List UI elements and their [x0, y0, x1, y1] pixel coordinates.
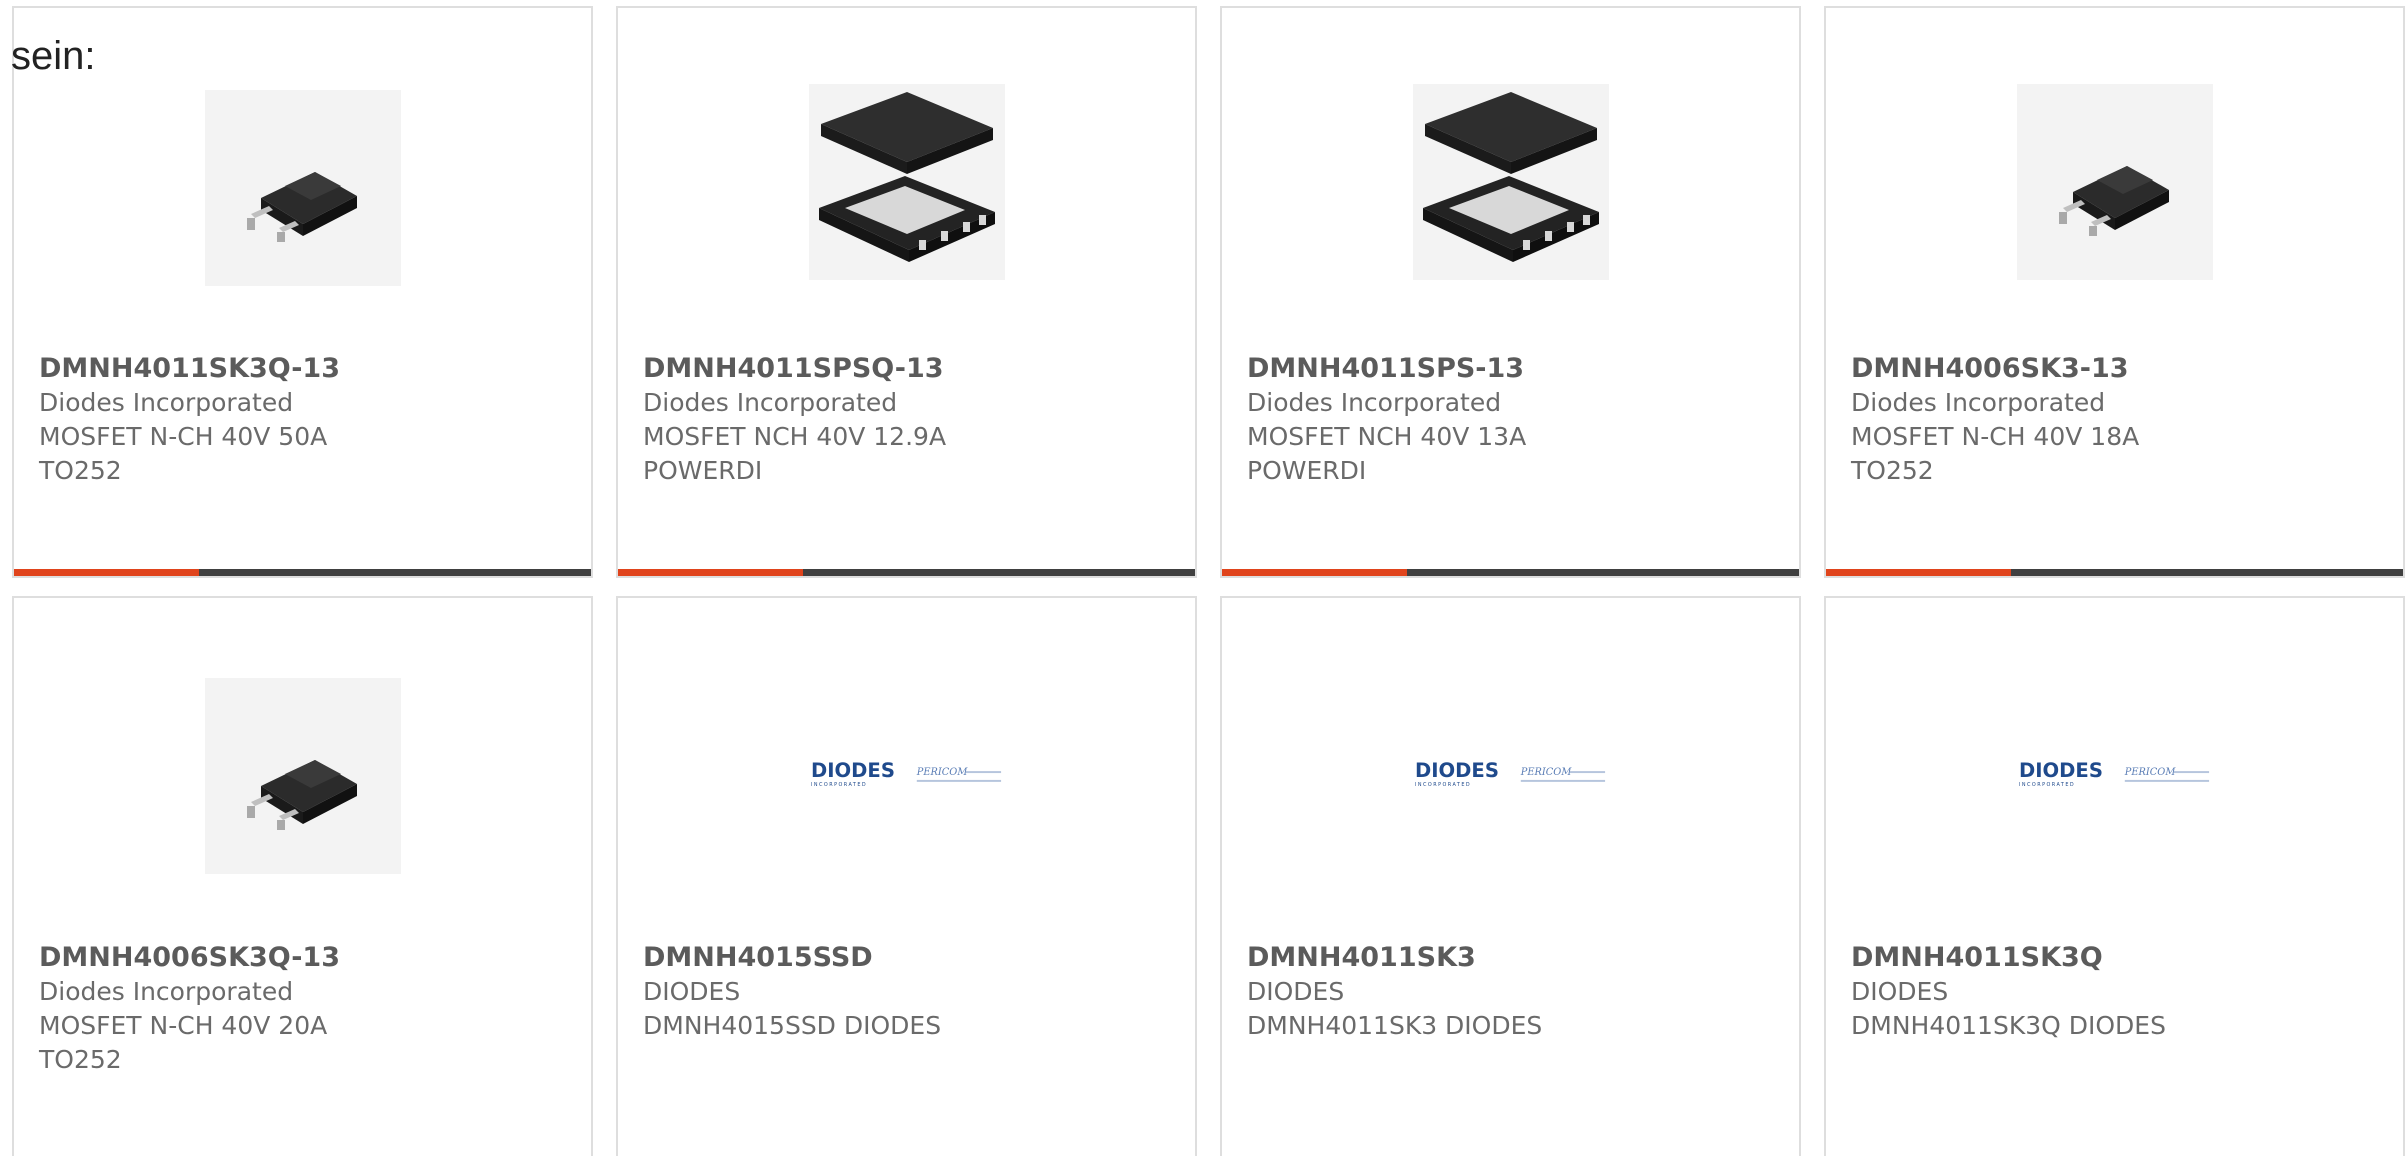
description: MOSFET N-CH 40V 20A TO252 [39, 1011, 328, 1074]
diodes-pericom-logo: DIODES INCORPORATED PERICOM [2016, 678, 2213, 874]
dpak-transistor-icon [204, 90, 401, 286]
part-number: DMNH4011SK3 [1247, 942, 1476, 973]
manufacturer: DIODES [1851, 977, 1949, 1006]
logo-partner: PERICOM [915, 767, 968, 778]
description: MOSFET NCH 40V 13A POWERDI [1247, 422, 1527, 485]
part-number: DMNH4011SK3Q [1851, 942, 2103, 973]
part-number: DMNH4015SSD [643, 942, 873, 973]
diodes-pericom-logo: DIODES INCORPORATED PERICOM [808, 678, 1005, 874]
description: DMNH4011SK3 DIODES [1247, 1011, 1543, 1040]
logo-partner: PERICOM [1519, 767, 1572, 778]
logo-partner: PERICOM [2123, 767, 2176, 778]
powerdi-package-icon [1412, 84, 1609, 280]
card-accent [618, 569, 803, 576]
part-number: DMNH4006SK3Q-13 [39, 942, 341, 973]
logo-brand: DIODES [810, 759, 894, 782]
card-accent [1826, 569, 2011, 576]
product-card[interactable]: DMNH4006SK3-13 Diodes Incorporated MOSFE… [1824, 6, 2405, 578]
description: MOSFET N-CH 40V 50A TO252 [39, 422, 328, 485]
diodes-pericom-logo: DIODES INCORPORATED PERICOM [1412, 678, 1609, 874]
product-card[interactable]: DIODES INCORPORATED PERICOM DMNH4011SK3 … [1220, 596, 1801, 1156]
manufacturer: Diodes Incorporated [1851, 388, 2106, 417]
product-card[interactable]: DMNH4011SK3Q-13 Diodes Incorporated MOSF… [12, 6, 593, 578]
description: MOSFET NCH 40V 12.9A POWERDI [643, 422, 947, 485]
logo-brand-sub: INCORPORATED [810, 782, 866, 788]
manufacturer: Diodes Incorporated [643, 388, 898, 417]
card-accent [14, 569, 199, 576]
description: DMNH4011SK3Q DIODES [1851, 1011, 2166, 1040]
logo-brand-sub: INCORPORATED [2018, 782, 2074, 788]
manufacturer: Diodes Incorporated [39, 977, 294, 1006]
product-grid-page: sein: DMNH4011SK3Q-13 Diodes Incorporate… [0, 0, 2405, 1156]
product-card[interactable]: DMNH4006SK3Q-13 Diodes Incorporated MOSF… [12, 596, 593, 1156]
product-card[interactable]: DIODES INCORPORATED PERICOM DMNH4011SK3Q… [1824, 596, 2405, 1156]
logo-brand: DIODES [2018, 759, 2102, 782]
logo-brand: DIODES [1414, 759, 1498, 782]
manufacturer: DIODES [1247, 977, 1345, 1006]
description: DMNH4015SSD DIODES [643, 1011, 942, 1040]
card-bottom-bar [618, 569, 1195, 576]
dpak-transistor-icon [2016, 84, 2213, 280]
part-number: DMNH4011SK3Q-13 [39, 353, 341, 384]
manufacturer: Diodes Incorporated [1247, 388, 1502, 417]
part-number: DMNH4011SPS-13 [1247, 353, 1525, 384]
product-card[interactable]: DMNH4011SPSQ-13 Diodes Incorporated MOSF… [616, 6, 1197, 578]
logo-brand-sub: INCORPORATED [1414, 782, 1470, 788]
dpak-transistor-icon [204, 678, 401, 874]
card-accent [1222, 569, 1407, 576]
product-card[interactable]: DIODES INCORPORATED PERICOM DMNH4015SSD … [616, 596, 1197, 1156]
manufacturer: DIODES [643, 977, 741, 1006]
card-bottom-bar [14, 569, 591, 576]
intro-text: sein: [11, 34, 96, 78]
card-bottom-bar [1222, 569, 1799, 576]
card-bottom-bar [1826, 569, 2403, 576]
description: MOSFET N-CH 40V 18A TO252 [1851, 422, 2140, 485]
product-card[interactable]: DMNH4011SPS-13 Diodes Incorporated MOSFE… [1220, 6, 1801, 578]
part-number: DMNH4011SPSQ-13 [643, 353, 944, 384]
manufacturer: Diodes Incorporated [39, 388, 294, 417]
powerdi-package-icon [808, 84, 1005, 280]
part-number: DMNH4006SK3-13 [1851, 353, 2129, 384]
